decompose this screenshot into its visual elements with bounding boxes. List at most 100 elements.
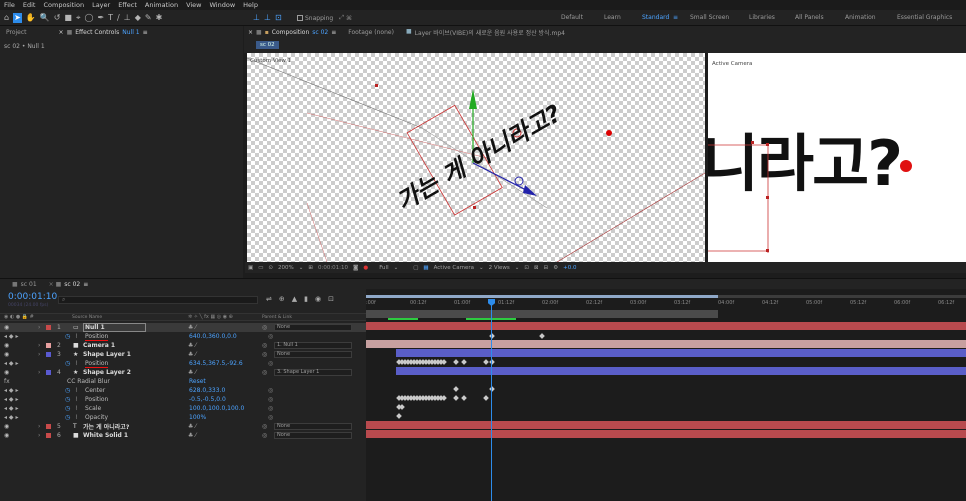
layer-switches[interactable]: ♣ ⁄	[188, 369, 196, 376]
keyframe-nav-icon[interactable]: ◂ ◆ ▸	[4, 360, 18, 367]
keyframe-nav-icon[interactable]: ◂ ◆ ▸	[4, 414, 18, 421]
brush-tool-icon[interactable]: ∕	[117, 13, 120, 23]
parent-pickwhip-icon[interactable]: ◎	[262, 423, 267, 430]
layer-row[interactable]: ◉ › 4 ★ Shape Layer 2 ♣ ⁄ ◎ 3. Shape Lay…	[0, 368, 366, 377]
keyframe[interactable]	[453, 359, 459, 365]
keyframe[interactable]	[453, 395, 459, 401]
effect-row[interactable]: fx CC Radial Blur Reset	[0, 377, 366, 386]
expression-pickwhip-icon[interactable]: ◎	[268, 387, 273, 394]
parent-dropdown[interactable]: 3. Shape Layer 1	[274, 369, 352, 376]
keyframe[interactable]	[441, 395, 447, 401]
shy-icon[interactable]: ▲	[292, 295, 297, 303]
stopwatch-icon[interactable]: ◷	[65, 333, 70, 340]
zoom-dropdown[interactable]: 200%	[278, 265, 294, 271]
home-icon[interactable]: ⌂	[4, 13, 9, 23]
tab-layer[interactable]: ■ Layer 바이브(VIBE)의 새로운 음원 사용로 정산 방식.mp4	[406, 28, 565, 37]
work-area-navigator[interactable]	[366, 295, 718, 298]
menu-item-view[interactable]: View	[186, 1, 201, 9]
fit-icon[interactable]: ⊞	[308, 265, 313, 271]
graph-icon[interactable]: ⌇	[75, 387, 78, 394]
expand-arrow-icon[interactable]: ›	[38, 423, 40, 430]
eye-icon[interactable]: ◉	[4, 324, 9, 331]
parent-dropdown[interactable]: None	[274, 432, 352, 439]
expand-arrow-icon[interactable]: ›	[38, 432, 40, 439]
graph-icon[interactable]: ⌇	[75, 396, 78, 403]
keyframe[interactable]	[539, 333, 545, 339]
layer-row[interactable]: ◉ › 6 ■ White Solid 1 ♣ ⁄ ◎ None	[0, 431, 366, 440]
parent-dropdown[interactable]: 1. Null 1	[274, 342, 352, 349]
workspace-default[interactable]: Default	[561, 14, 583, 21]
stopwatch-icon[interactable]: ◷	[65, 405, 70, 412]
view-axis-icon[interactable]: ⊡	[275, 13, 282, 23]
local-axis-icon[interactable]: ⊥	[253, 13, 260, 23]
roto-brush-tool-icon[interactable]: ✎	[145, 13, 152, 23]
keyframe[interactable]	[441, 359, 447, 365]
eye-icon[interactable]: ◉	[4, 351, 9, 358]
layer-name[interactable]: White Solid 1	[83, 432, 128, 439]
keyframe-nav-icon[interactable]: ◂ ◆ ▸	[4, 333, 18, 340]
menu-item-layer[interactable]: Layer	[92, 1, 110, 9]
layer-duration-bar[interactable]	[366, 340, 966, 348]
work-area-bar[interactable]	[366, 310, 718, 318]
property-row[interactable]: ◂ ◆ ▸ ◷ ⌇ Scale 100.0,100.0,100.0 ◎	[0, 404, 366, 413]
flowchart-icon[interactable]: ⚙	[553, 265, 558, 271]
keyframe[interactable]	[461, 359, 467, 365]
layer-name[interactable]: Shape Layer 2	[83, 369, 131, 376]
layer-duration-bar[interactable]	[396, 367, 966, 375]
parent-dropdown[interactable]: None	[274, 423, 352, 430]
monitor-icon[interactable]: ▭	[258, 265, 263, 271]
layer-switches[interactable]: ♣ ⁄	[188, 351, 196, 358]
zoom-tool-icon[interactable]: 🔍	[40, 13, 50, 23]
parent-pickwhip-icon[interactable]: ◎	[262, 342, 267, 349]
time-ruler[interactable]: :00f 00:12f 01:00f 01:12f 02:00f 02:12f 03:00f…	[366, 299, 966, 308]
property-value[interactable]: 640.0,360.0,0.0	[189, 333, 237, 340]
keyframe[interactable]	[461, 395, 467, 401]
tab-sc-01[interactable]: ■ sc 01	[12, 281, 37, 288]
layer-row[interactable]: ◉ › 1 ▭ Null 1 ♣ ⁄ ◎ None	[0, 323, 366, 332]
graph-icon[interactable]: ⌇	[75, 405, 78, 412]
current-time-display[interactable]: 0:00:01:10	[8, 292, 57, 302]
resolution-dropdown[interactable]: Full	[379, 265, 388, 271]
layer-switches[interactable]: ♣ ⁄	[188, 324, 196, 331]
property-value[interactable]: 100.0,100.0,100.0	[189, 405, 244, 412]
expand-arrow-icon[interactable]: ›	[38, 342, 40, 349]
panel-menu-icon[interactable]: ≡	[83, 281, 88, 288]
close-icon[interactable]: ×	[59, 29, 64, 36]
workspace-learn[interactable]: Learn	[604, 14, 621, 21]
close-icon[interactable]: ×	[248, 29, 253, 36]
effect-reset-link[interactable]: Reset	[189, 378, 206, 385]
layer-duration-bar[interactable]	[366, 322, 966, 330]
parent-link-header[interactable]: Parent & Link	[262, 315, 292, 320]
stopwatch-icon[interactable]: ◷	[65, 396, 70, 403]
snapping-checkbox[interactable]	[297, 15, 303, 21]
tab-sc-02[interactable]: × ■ sc 02 ≡	[49, 281, 89, 288]
graph-icon[interactable]: ⌇	[75, 360, 78, 367]
menu-item-edit[interactable]: Edit	[23, 1, 36, 9]
puppet-tool-icon[interactable]: ✱	[156, 13, 163, 23]
playhead[interactable]	[491, 299, 492, 501]
keyframe-nav-icon[interactable]: ◂ ◆ ▸	[4, 387, 18, 394]
chevron-down-icon[interactable]: ⌄	[515, 265, 520, 271]
keyframe[interactable]	[396, 413, 402, 419]
graph-icon[interactable]: ⌇	[75, 414, 78, 421]
property-row[interactable]: ◂ ◆ ▸ ◷ ⌇ Position 634.5,367.5,-92.6 ◎	[0, 359, 366, 368]
eye-icon[interactable]: ◉	[4, 342, 9, 349]
graph-editor-icon[interactable]: ⊡	[328, 295, 334, 303]
layer-name[interactable]: Shape Layer 1	[83, 351, 131, 358]
shape-tool-icon[interactable]: ◯	[85, 13, 94, 23]
stopwatch-icon[interactable]: ◷	[65, 414, 70, 421]
show-channel-icon[interactable]: ●	[363, 265, 368, 271]
label-color-swatch[interactable]	[46, 370, 51, 375]
tab-footage[interactable]: Footage (none)	[348, 29, 394, 36]
tab-composition[interactable]: × ■ ▪ Composition sc 02 ≡	[248, 29, 336, 36]
source-name-header[interactable]: Source Name	[72, 315, 102, 320]
keyframe[interactable]	[399, 404, 405, 410]
motion-blur-icon[interactable]: ◉	[315, 295, 321, 303]
rotate-tool-icon[interactable]: ↺	[54, 13, 61, 23]
layer-row[interactable]: ◉ › 5 T 가는 게 아니라고? ♣ ⁄ ◎ None	[0, 422, 366, 431]
expand-arrow-icon[interactable]: ›	[38, 324, 40, 331]
eraser-tool-icon[interactable]: ◆	[135, 13, 141, 23]
draft-3d-icon[interactable]: ⊟	[544, 265, 549, 271]
workspace-standard[interactable]: Standard	[642, 14, 669, 21]
camera-dropdown[interactable]: Active Camera	[434, 265, 474, 271]
